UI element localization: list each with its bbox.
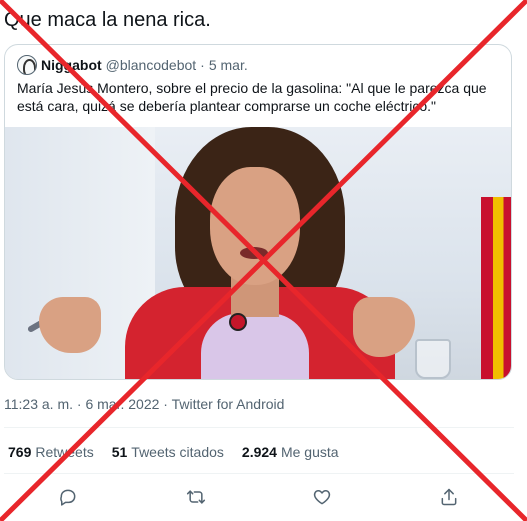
quote-separator: ·: [200, 57, 205, 73]
tweet-text: Que maca la nena rica.: [4, 9, 211, 31]
share-button[interactable]: [436, 484, 462, 510]
likes-label: Me gusta: [280, 444, 339, 460]
photo-glass: [415, 339, 451, 379]
retweets-stat[interactable]: 769 Retweets: [8, 444, 94, 460]
quote-date[interactable]: 5 mar.: [209, 57, 248, 73]
tweet-stats: 769 Retweets 51 Tweets citados 2.924 Me …: [8, 444, 339, 460]
quoted-tweet-card[interactable]: Niggabot @blancodebot · 5 mar. María Jes…: [4, 44, 512, 380]
meta-separator-1: ·: [76, 396, 82, 412]
like-icon: [313, 490, 331, 505]
photo-hand-right: [353, 297, 415, 357]
quotes-count: 51: [111, 444, 128, 460]
quote-media-photo[interactable]: [5, 127, 511, 379]
photo-flag: [481, 197, 511, 379]
likes-stat[interactable]: 2.924 Me gusta: [242, 444, 339, 460]
retweet-icon: [186, 490, 206, 504]
share-icon: [441, 488, 457, 506]
quotes-stat[interactable]: 51 Tweets citados: [112, 444, 224, 460]
photo-person-face: [210, 167, 300, 285]
tweet-actions: [0, 484, 527, 510]
quote-avatar[interactable]: [17, 55, 37, 75]
reply-button[interactable]: [55, 484, 81, 510]
like-button[interactable]: [309, 484, 335, 510]
tweet-time[interactable]: 11:23 a. m.: [4, 396, 73, 412]
retweet-button[interactable]: [183, 484, 209, 510]
divider-top: [4, 427, 514, 428]
reply-icon: [60, 489, 76, 506]
divider-bottom: [4, 473, 514, 474]
tweet-meta: 11:23 a. m. · 6 mar. 2022 · Twitter for …: [4, 396, 284, 412]
photo-pendant: [229, 313, 247, 331]
photo-person-top: [201, 313, 309, 379]
tweet-date[interactable]: 6 mar. 2022: [85, 396, 159, 412]
retweets-label: Retweets: [35, 444, 94, 460]
quotes-label: Tweets citados: [131, 444, 224, 460]
quote-text: María Jesús Montero, sobre el precio de …: [17, 80, 487, 114]
tweet-source[interactable]: Twitter for Android: [172, 396, 285, 412]
quote-author-name[interactable]: Niggabot: [41, 57, 102, 73]
photo-person-mouth: [240, 247, 268, 259]
likes-count: 2.924: [241, 444, 277, 460]
quote-header: Niggabot @blancodebot · 5 mar.: [17, 55, 248, 75]
retweets-count: 769: [8, 444, 32, 460]
meta-separator-2: ·: [163, 396, 168, 412]
quote-author-handle[interactable]: @blancodebot: [106, 57, 197, 73]
